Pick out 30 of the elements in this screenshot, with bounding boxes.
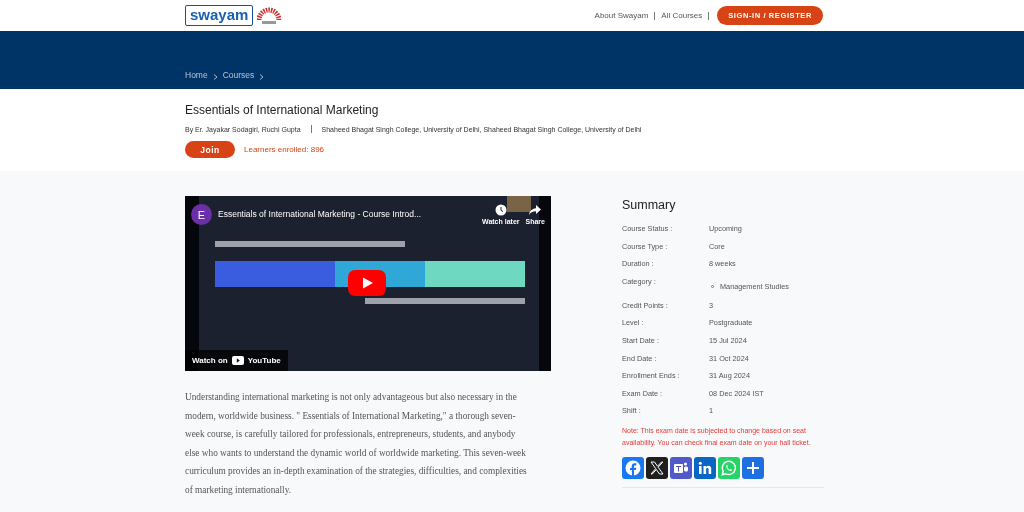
watch-on-youtube-button[interactable]: Watch on YouTube [185,350,288,371]
more-share-button[interactable] [742,456,764,479]
breadcrumb-link[interactable]: Courses [222,70,255,80]
facebook-share-button[interactable] [622,456,644,479]
teams-icon [673,459,689,476]
linkedin-share-button[interactable] [694,456,716,479]
chevron-icon [212,74,218,80]
clock-icon [494,204,507,216]
nav-link[interactable]: About Swayam [594,11,649,20]
join-button[interactable]: Join [185,141,235,158]
linkedin-icon [697,459,713,476]
summary-heading: Summary [622,198,677,212]
plus-icon [746,460,760,475]
x-icon [650,460,664,475]
play-button[interactable] [348,270,386,296]
play-icon [231,356,244,365]
course-title: Essentials of International Marketing [185,103,380,117]
enrolled-count: Learners enrolled: 896 [244,145,325,154]
nav-link[interactable]: All Courses [661,11,703,20]
video-title[interactable]: Essentials of International Marketing - Course Introd... [218,209,477,219]
teams-share-button[interactable] [670,456,692,479]
facebook-icon [625,459,641,476]
share-arrow-icon [529,204,542,216]
emblem-logo [257,5,282,26]
chevron-icon [259,74,265,80]
x-share-button[interactable] [646,456,668,479]
breadcrumb-link[interactable]: Home [185,70,208,80]
whatsapp-icon [721,459,737,476]
course-description: Understanding international marketing is not only advantageous but also necessary in the modern, worldwide business. " Essentials of International Marketing," a thorough seven-week course, is carefully tailored for professionals, entrepreneurs, students, and anybody else who wants to understand the dynamic world of worldwide marketing. This seven-week curriculum provides an in-depth examination of the strategies, difficulties, and complexities of marketing internationally. [185,391,528,497]
swayam-logo[interactable]: swayam [185,5,254,26]
